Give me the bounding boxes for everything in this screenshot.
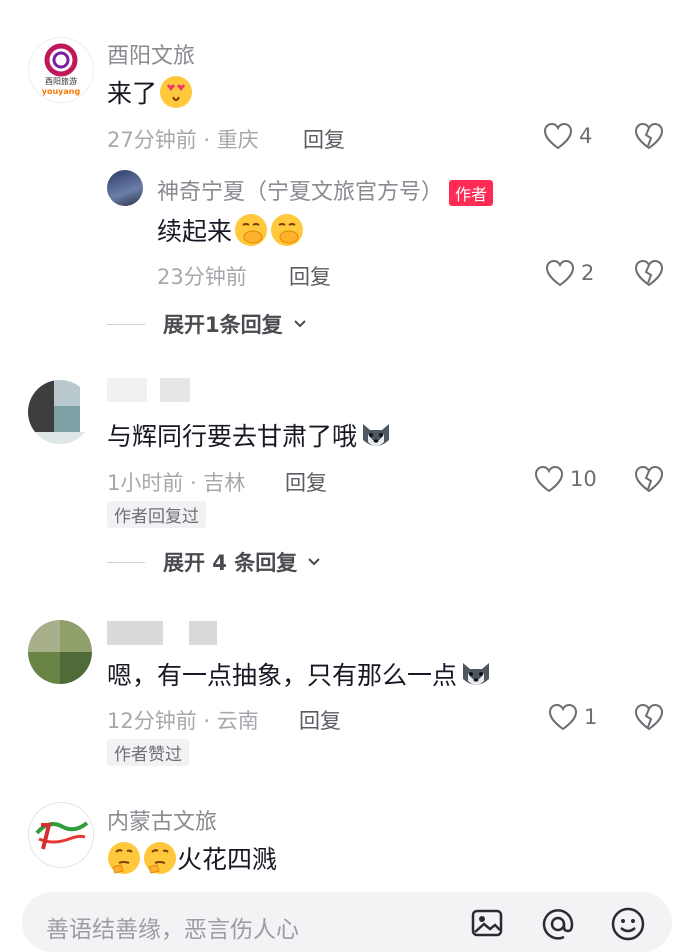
author-badge: 作者 (449, 180, 494, 206)
avatar[interactable] (28, 802, 94, 868)
emoji-icon (611, 907, 645, 941)
dislike-button[interactable] (634, 122, 664, 154)
dislike-button[interactable] (634, 703, 664, 735)
avatar[interactable] (28, 620, 92, 684)
heart-icon (548, 703, 578, 731)
at-icon (542, 909, 574, 940)
comment-meta: 1小时前 · 吉林 (107, 471, 246, 495)
divider (107, 561, 145, 563)
comment-text: 嗯，有一点抽象，只有那么一点 (107, 656, 493, 692)
comment-input-placeholder: 善语结善缘，恶言伤人心 (46, 917, 299, 943)
reply-username-row: 神奇宁夏（宁夏文旅官方号） 作者 (157, 174, 494, 206)
broken-heart-icon (634, 259, 664, 287)
broken-heart-icon (634, 122, 664, 150)
wolf-emoji (363, 424, 390, 446)
reply-button[interactable]: 回复 (285, 467, 327, 497)
reply-button[interactable]: 回复 (303, 124, 345, 154)
comment-text-content: 火花四溅 (177, 845, 278, 874)
username[interactable]: 酉阳文旅 (107, 38, 195, 70)
comment-text: 来了 (107, 74, 193, 110)
chevron-down-icon (308, 558, 320, 566)
comment-meta: 12分钟前 · 云南 (107, 709, 259, 733)
comment-text-content: 嗯，有一点抽象，只有那么一点 (107, 661, 458, 690)
reply-like-button[interactable]: 2 (545, 259, 594, 287)
like-button[interactable]: 10 (534, 465, 597, 493)
comment-text-content: 与辉同行要去甘肃了哦 (107, 422, 358, 451)
thinking-emoji (144, 842, 176, 874)
username-redacted (107, 378, 147, 402)
heart-icon (545, 259, 575, 287)
reply-avatar[interactable] (107, 170, 143, 206)
avatar[interactable]: 酉阳旅游 youyang (28, 37, 94, 103)
inner-mongolia-logo-icon (35, 821, 89, 850)
avatar[interactable] (28, 380, 92, 444)
broken-heart-icon (634, 703, 664, 731)
reply-text: 续起来 (157, 212, 304, 248)
author-replied-tag: 作者回复过 (107, 501, 206, 528)
reply-button[interactable]: 回复 (299, 705, 341, 735)
expand-replies-button[interactable]: 展开 4 条回复 (107, 547, 321, 577)
comment-text: 火花四溅 (107, 840, 277, 876)
username-redacted (107, 621, 163, 645)
youyang-logo-icon: 酉阳旅游 youyang (42, 43, 81, 96)
like-button[interactable]: 1 (548, 703, 597, 731)
author-liked-tag: 作者赞过 (107, 739, 189, 766)
comment-text: 与辉同行要去甘肃了哦 (107, 417, 393, 453)
hand-over-mouth-emoji (271, 214, 304, 246)
avatar-logo-text: youyang (42, 87, 81, 96)
expand-label: 展开1条回复 (163, 313, 283, 337)
heart-eyes-emoji (160, 76, 193, 108)
reply-reply-button[interactable]: 回复 (289, 261, 331, 291)
like-count: 1 (584, 705, 598, 729)
reply-username[interactable]: 神奇宁夏（宁夏文旅官方号） (157, 180, 443, 205)
hand-over-mouth-emoji (235, 214, 268, 246)
dislike-button[interactable] (634, 465, 664, 497)
like-count: 4 (579, 124, 593, 148)
reply-text-content: 续起来 (157, 217, 233, 246)
expand-replies-button[interactable]: 展开1条回复 (107, 309, 307, 339)
wolf-emoji (463, 663, 490, 685)
image-button[interactable] (470, 906, 504, 944)
broken-heart-icon (634, 465, 664, 493)
divider (107, 323, 145, 325)
like-button[interactable]: 4 (543, 122, 592, 150)
reply-meta: 23分钟前 (157, 265, 247, 289)
heart-icon (543, 122, 573, 150)
emoji-button[interactable] (610, 906, 646, 946)
username[interactable]: 内蒙古文旅 (107, 804, 217, 836)
chevron-down-icon (293, 320, 306, 328)
expand-label: 展开 4 条回复 (163, 551, 298, 575)
avatar-label: 酉阳旅游 (45, 76, 77, 86)
reply-dislike-button[interactable] (634, 259, 664, 291)
comment-text-content: 来了 (107, 79, 158, 108)
like-count: 2 (581, 261, 595, 285)
username-redacted (189, 621, 217, 645)
thinking-emoji (108, 842, 140, 874)
username-redacted (160, 378, 190, 402)
mention-button[interactable] (540, 906, 576, 946)
heart-icon (534, 465, 564, 493)
comment-meta: 27分钟前 · 重庆 (107, 128, 259, 152)
like-count: 10 (570, 467, 597, 491)
